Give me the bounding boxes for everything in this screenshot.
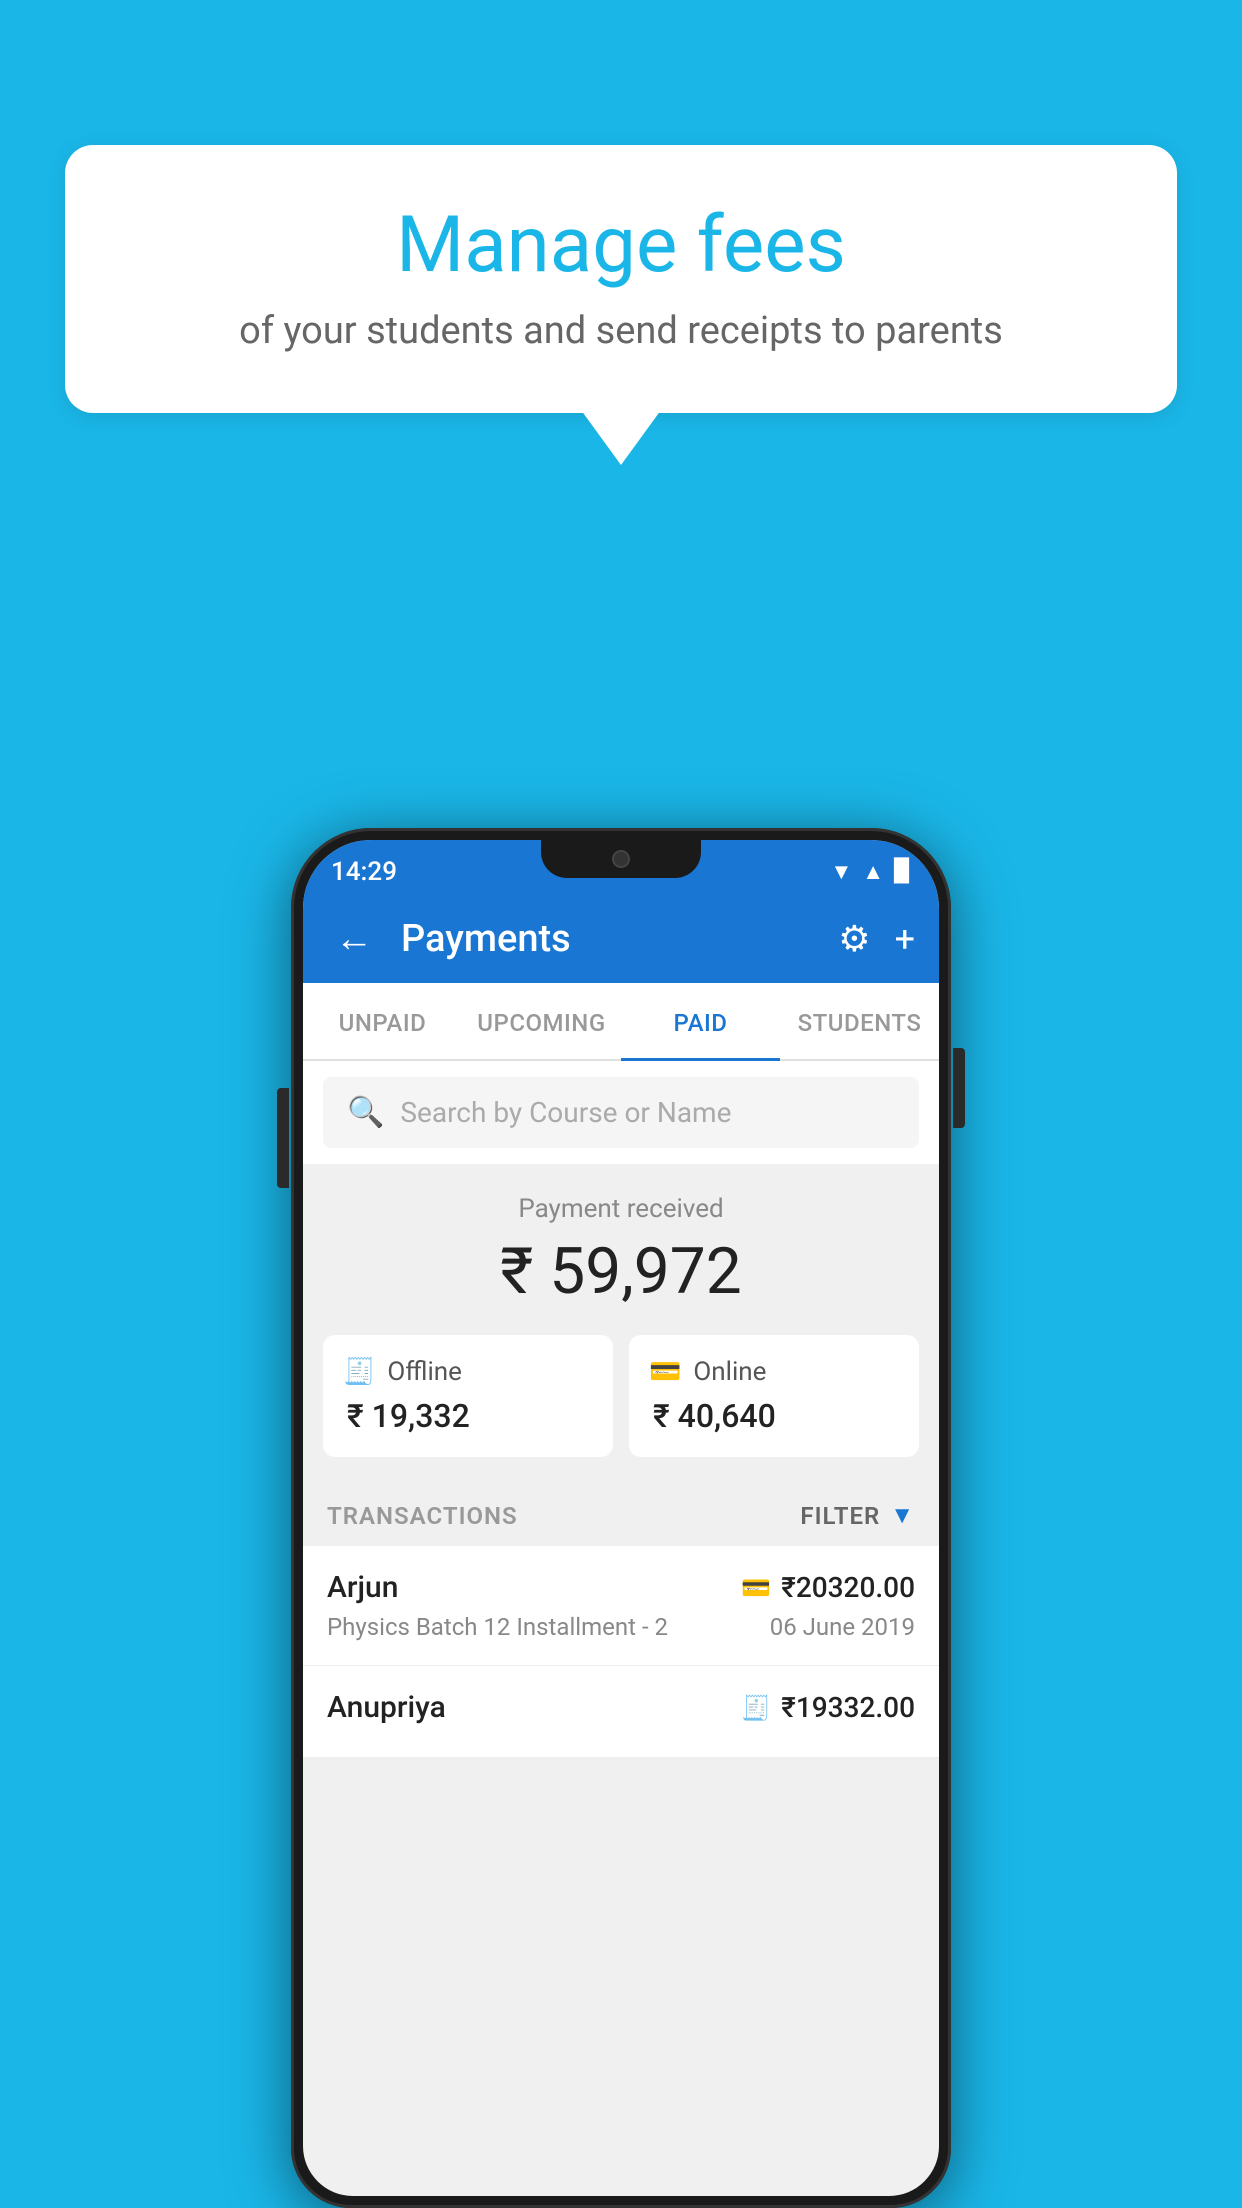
filter-icon: ▼ <box>890 1501 915 1530</box>
offline-amount: ₹ 19,332 <box>343 1397 593 1435</box>
transaction-row-2[interactable]: Anupriya 🧾 ₹19332.00 <box>303 1666 939 1758</box>
payment-received-label: Payment received <box>323 1194 919 1224</box>
offline-icon: 🧾 <box>343 1357 375 1387</box>
bubble-subtitle: of your students and send receipts to pa… <box>125 309 1117 353</box>
transaction-amount-row: 💳 ₹20320.00 <box>741 1571 915 1604</box>
online-card-header: 💳 Online <box>649 1357 899 1387</box>
course-info: Physics Batch 12 Installment - 2 <box>327 1613 668 1641</box>
transaction-amount-row-2: 🧾 ₹19332.00 <box>741 1691 915 1724</box>
transaction-top: Arjun 💳 ₹20320.00 <box>327 1570 915 1605</box>
phone-outer: 14:29 ▼ ▲ ▉ ← Payments ⚙ + UNPAID UPCO <box>291 828 951 2208</box>
tab-upcoming[interactable]: UPCOMING <box>462 983 621 1059</box>
camera-dot <box>612 850 630 868</box>
wifi-icon: ▼ <box>831 859 853 885</box>
back-button[interactable]: ← <box>327 909 381 969</box>
signal-icon: ▲ <box>862 859 884 885</box>
transaction-row[interactable]: Arjun 💳 ₹20320.00 Physics Batch 12 Insta… <box>303 1546 939 1666</box>
status-icons: ▼ ▲ ▉ <box>831 859 911 885</box>
phone-screen: 14:29 ▼ ▲ ▉ ← Payments ⚙ + UNPAID UPCO <box>303 840 939 2196</box>
transactions-header: TRANSACTIONS FILTER ▼ <box>303 1481 939 1546</box>
app-title: Payments <box>401 917 818 961</box>
filter-label: FILTER <box>800 1502 880 1530</box>
cash-payment-icon: 🧾 <box>741 1694 771 1722</box>
payment-summary: Payment received ₹ 59,972 🧾 Offline ₹ 19… <box>303 1164 939 1481</box>
tab-unpaid[interactable]: UNPAID <box>303 983 462 1059</box>
tab-students[interactable]: STUDENTS <box>780 983 939 1059</box>
app-bar: ← Payments ⚙ + <box>303 895 939 983</box>
offline-card-header: 🧾 Offline <box>343 1357 593 1387</box>
online-label: Online <box>693 1357 766 1387</box>
speech-bubble-container: Manage fees of your students and send re… <box>65 145 1177 413</box>
offline-card: 🧾 Offline ₹ 19,332 <box>323 1335 613 1457</box>
transaction-amount: ₹20320.00 <box>781 1571 915 1604</box>
app-bar-actions: ⚙ + <box>838 918 915 960</box>
search-box[interactable]: 🔍 Search by Course or Name <box>323 1077 919 1148</box>
online-card: 💳 Online ₹ 40,640 <box>629 1335 919 1457</box>
filter-button[interactable]: FILTER ▼ <box>800 1501 915 1530</box>
search-input[interactable]: Search by Course or Name <box>400 1096 731 1129</box>
payment-total: ₹ 59,972 <box>323 1234 919 1309</box>
plus-icon[interactable]: + <box>895 918 915 960</box>
phone-frame: 14:29 ▼ ▲ ▉ ← Payments ⚙ + UNPAID UPCO <box>291 828 951 2208</box>
transaction-top-2: Anupriya 🧾 ₹19332.00 <box>327 1690 915 1725</box>
transactions-label: TRANSACTIONS <box>327 1502 518 1530</box>
tab-paid[interactable]: PAID <box>621 983 780 1059</box>
transaction-date: 06 June 2019 <box>770 1613 915 1641</box>
notch <box>541 840 701 878</box>
gear-icon[interactable]: ⚙ <box>838 918 870 960</box>
bubble-title: Manage fees <box>125 200 1117 291</box>
search-icon: 🔍 <box>347 1095 384 1130</box>
speech-bubble: Manage fees of your students and send re… <box>65 145 1177 413</box>
card-payment-icon: 💳 <box>741 1574 771 1602</box>
student-name: Arjun <box>327 1570 398 1605</box>
transaction-bottom: Physics Batch 12 Installment - 2 06 June… <box>327 1613 915 1641</box>
battery-icon: ▉ <box>894 859 911 884</box>
tabs-bar: UNPAID UPCOMING PAID STUDENTS <box>303 983 939 1061</box>
offline-label: Offline <box>387 1357 462 1387</box>
transaction-amount-2: ₹19332.00 <box>781 1691 915 1724</box>
status-time: 14:29 <box>331 857 397 887</box>
search-container: 🔍 Search by Course or Name <box>303 1061 939 1164</box>
student-name-2: Anupriya <box>327 1690 446 1725</box>
payment-cards: 🧾 Offline ₹ 19,332 💳 Online ₹ 40,640 <box>323 1335 919 1457</box>
online-icon: 💳 <box>649 1357 681 1387</box>
online-amount: ₹ 40,640 <box>649 1397 899 1435</box>
